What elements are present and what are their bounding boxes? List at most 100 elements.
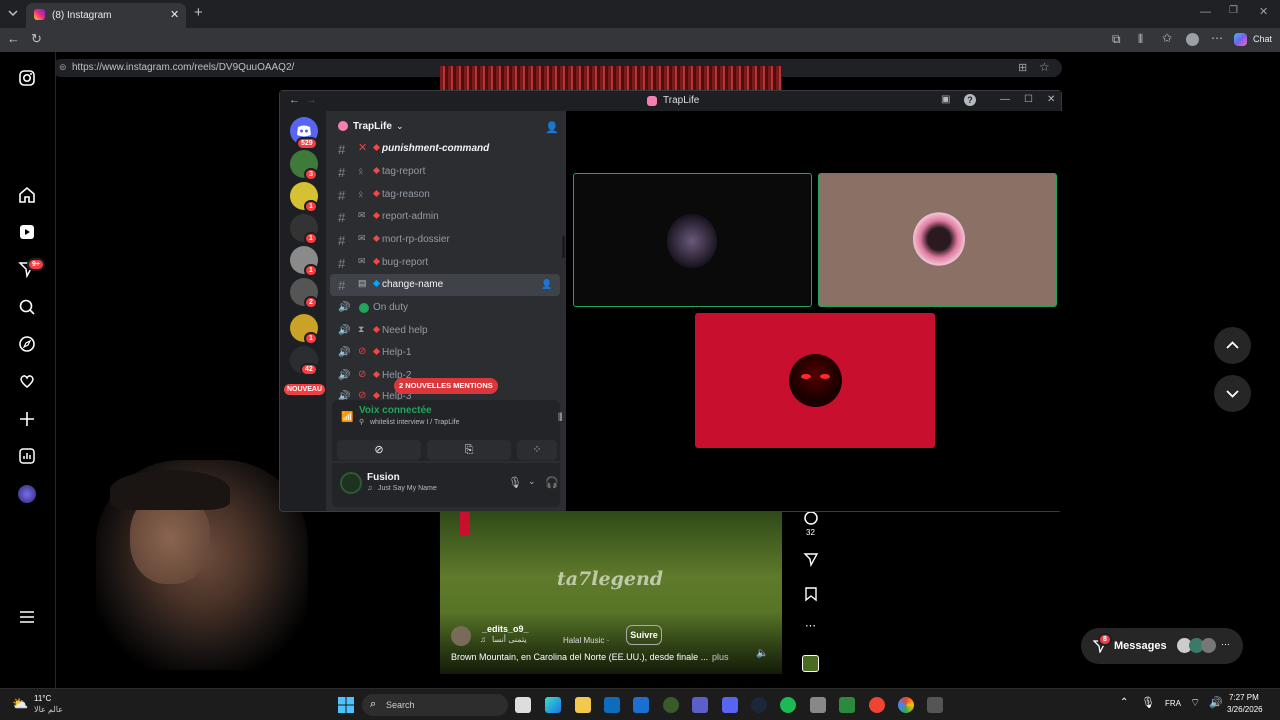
discord-forward-icon[interactable]: →: [306, 94, 317, 106]
reload-icon[interactable]: ↻: [31, 31, 42, 47]
channel-item[interactable]: # ᛟ tag-reason: [326, 184, 566, 206]
participant-tile[interactable]: [818, 173, 1057, 307]
voice-channel-link[interactable]: whitelist interview I / TrapLife: [370, 419, 459, 426]
extensions-icon[interactable]: ⧉: [1112, 32, 1121, 47]
volume-icon[interactable]: 🔈: [756, 648, 768, 659]
windows-start-icon[interactable]: [338, 697, 354, 713]
outlook-icon[interactable]: [604, 697, 620, 713]
discord-maximize-icon[interactable]: ☐: [1024, 94, 1033, 105]
channel-item[interactable]: # ✉ report-admin: [326, 206, 566, 228]
channel-item[interactable]: # ✕ punishment-command: [326, 138, 566, 160]
dashboard-icon[interactable]: [18, 447, 36, 465]
discord-back-icon[interactable]: ←: [289, 94, 300, 106]
notifications-heart-icon[interactable]: [18, 372, 36, 390]
deafen-headphones-icon[interactable]: 🎧: [545, 476, 559, 489]
profile-avatar-icon[interactable]: [18, 485, 36, 503]
channel-item[interactable]: # ᛟ tag-report: [326, 161, 566, 183]
user-name[interactable]: Fusion: [367, 472, 400, 483]
help-icon[interactable]: ?: [964, 94, 976, 106]
comment-icon[interactable]: [803, 510, 819, 526]
messages-pill[interactable]: 8 Messages ⋯: [1081, 628, 1243, 664]
follow-button[interactable]: Suivre: [626, 625, 662, 645]
server-chevron-icon[interactable]: ⌄: [396, 121, 404, 132]
site-info-icon[interactable]: ⊜: [59, 62, 67, 73]
explore-icon[interactable]: [18, 335, 36, 353]
server-name[interactable]: TrapLife: [353, 121, 392, 132]
volume-tray-icon[interactable]: 🔊: [1209, 696, 1223, 709]
new-mentions-pill[interactable]: 2 NOUVELLES MENTIONS: [394, 378, 498, 394]
discord-close-icon[interactable]: ✕: [1047, 94, 1055, 105]
new-tab-icon[interactable]: +: [194, 4, 203, 21]
mic-options-chevron-icon[interactable]: ⌄: [528, 476, 536, 487]
tab-menu-icon[interactable]: [6, 6, 20, 20]
screen-share-button[interactable]: ⎘: [427, 440, 511, 460]
next-reel-button[interactable]: [1214, 375, 1251, 412]
channel-item-active[interactable]: # ▤ change-name 👤: [330, 274, 560, 296]
teams-icon[interactable]: [692, 697, 708, 713]
settings-icon[interactable]: [927, 697, 943, 713]
audio-thumbnail[interactable]: [802, 655, 819, 672]
reel-video[interactable]: ta7legend _edits_o9_ ♫ يتمنى أنسا Halal …: [440, 512, 782, 674]
home-icon[interactable]: [18, 186, 36, 204]
new-unread-pill[interactable]: NOUVEAU: [284, 384, 326, 395]
reel-author[interactable]: _edits_o9_: [482, 624, 529, 634]
xbox-icon[interactable]: [663, 697, 679, 713]
share-icon[interactable]: [803, 551, 819, 567]
channel-item[interactable]: # ✉ bug-report: [326, 252, 566, 274]
previous-reel-button[interactable]: [1214, 327, 1251, 364]
more-menu-icon[interactable]: ⋯: [1211, 31, 1223, 45]
participant-tile-speaking[interactable]: [695, 313, 935, 448]
tray-overflow-icon[interactable]: ⌃: [1120, 697, 1128, 708]
caption-more-link[interactable]: plus: [712, 652, 729, 662]
invite-user-icon[interactable]: 👤: [545, 121, 559, 134]
discord-minimize-icon[interactable]: —: [1000, 94, 1010, 105]
app-icon[interactable]: [869, 697, 885, 713]
noise-suppression-icon[interactable]: ⫴: [558, 412, 563, 425]
split-screen-icon[interactable]: ⫴: [1138, 32, 1143, 47]
profile-avatar[interactable]: [1186, 33, 1199, 46]
chrome-icon[interactable]: [898, 697, 914, 713]
language-indicator[interactable]: FRA: [1165, 699, 1181, 708]
steam-icon[interactable]: [751, 697, 767, 713]
reel-audio[interactable]: Halal Music ·: [563, 636, 609, 645]
spotify-icon[interactable]: [780, 697, 796, 713]
taskbar-search[interactable]: ⌕ Search: [362, 694, 508, 716]
search-icon[interactable]: [18, 298, 36, 316]
video-off-button[interactable]: ⊘: [337, 440, 421, 460]
weather-icon[interactable]: ⛅: [12, 696, 28, 712]
tray-mic-icon[interactable]: 🎙: [1141, 696, 1155, 709]
wifi-icon[interactable]: ⌔: [1190, 696, 1200, 710]
terminal-icon[interactable]: [839, 697, 855, 713]
copilot-chat-label[interactable]: Chat: [1253, 34, 1272, 44]
channel-scrollbar[interactable]: [562, 236, 565, 258]
save-bookmark-icon[interactable]: [804, 586, 818, 602]
discord-taskbar-icon[interactable]: [722, 697, 738, 713]
user-avatar[interactable]: [340, 472, 362, 494]
edge-icon[interactable]: [545, 697, 561, 713]
more-menu-hamburger-icon[interactable]: [18, 608, 36, 626]
minimize-icon[interactable]: —: [1200, 6, 1211, 18]
clock-time[interactable]: 7:27 PM: [1229, 693, 1259, 702]
copilot-icon[interactable]: [1234, 33, 1247, 46]
voice-channel-item[interactable]: 🔊 ⊘ Help-1: [326, 342, 566, 364]
app-icon[interactable]: [810, 697, 826, 713]
file-explorer-icon[interactable]: [575, 697, 591, 713]
reels-icon[interactable]: [18, 223, 36, 241]
channel-item[interactable]: # ✉ mort-rp-dossier: [326, 229, 566, 251]
mute-mic-icon[interactable]: 🎙: [508, 476, 522, 489]
maximize-icon[interactable]: ❐: [1229, 5, 1238, 16]
clock-date[interactable]: 3/26/2026: [1227, 705, 1263, 714]
instagram-logo-icon[interactable]: [18, 69, 36, 87]
author-avatar[interactable]: [451, 626, 471, 646]
task-view-icon[interactable]: [515, 697, 531, 713]
tab-close-icon[interactable]: ✕: [170, 8, 179, 21]
reader-icon[interactable]: ⊞: [1018, 61, 1027, 74]
activities-button[interactable]: ⁘: [517, 440, 557, 460]
favorite-star-icon[interactable]: ☆: [1039, 60, 1050, 74]
browser-tab-instagram[interactable]: (8) Instagram ✕: [26, 3, 186, 28]
reel-more-icon[interactable]: ⋯: [805, 619, 816, 632]
voice-channel-item[interactable]: 🔊 On duty: [326, 297, 566, 319]
invite-icon[interactable]: 👤: [541, 279, 552, 290]
participant-tile[interactable]: [573, 173, 812, 307]
back-icon[interactable]: ←: [7, 31, 20, 46]
